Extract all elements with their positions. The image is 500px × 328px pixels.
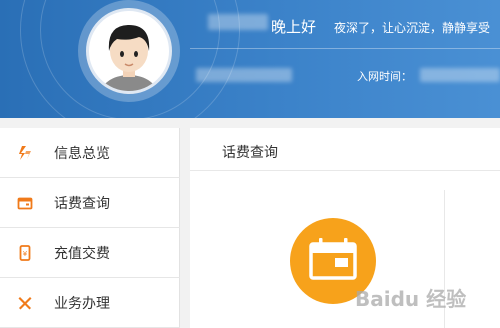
avatar[interactable]: [86, 8, 172, 94]
svg-text:¥: ¥: [23, 250, 28, 258]
blurred-username: [208, 14, 268, 30]
sidebar: 信息总览 话费查询 ¥ 充值交费 业务办理: [0, 128, 180, 328]
sidebar-item-bill-query[interactable]: 话费查询: [0, 178, 180, 228]
user-avatar-icon: [100, 25, 158, 91]
greeting-text: 晚上好: [271, 18, 317, 36]
sidebar-item-label: 业务办理: [54, 295, 110, 312]
blurred-phone-number: [196, 68, 292, 82]
sidebar-item-recharge[interactable]: ¥ 充值交费: [0, 228, 180, 278]
page-title: 话费查询: [222, 145, 278, 161]
sidebar-item-business[interactable]: 业务办理: [0, 278, 180, 328]
sidebar-item-label: 充值交费: [54, 245, 110, 262]
motto-text: 夜深了，让心沉淀，静静享受: [334, 21, 491, 35]
sidebar-item-label: 信息总览: [54, 145, 110, 162]
header-divider: [190, 48, 500, 49]
blurred-join-time: [420, 68, 500, 82]
watermark: Baidu 经验: [355, 287, 467, 311]
sidebar-item-label: 话费查询: [54, 195, 110, 212]
sidebar-item-info-overview[interactable]: 信息总览: [0, 128, 180, 178]
tools-icon: [17, 295, 33, 311]
title-divider: [190, 170, 500, 171]
join-time-label: 入网时间：: [357, 70, 412, 83]
wallet-icon: [17, 195, 33, 211]
phone-recharge-icon: ¥: [17, 244, 33, 261]
info-overview-icon: [17, 145, 33, 161]
profile-header: 晚上好 夜深了，让心沉淀，静静享受 入网时间：: [0, 0, 500, 118]
